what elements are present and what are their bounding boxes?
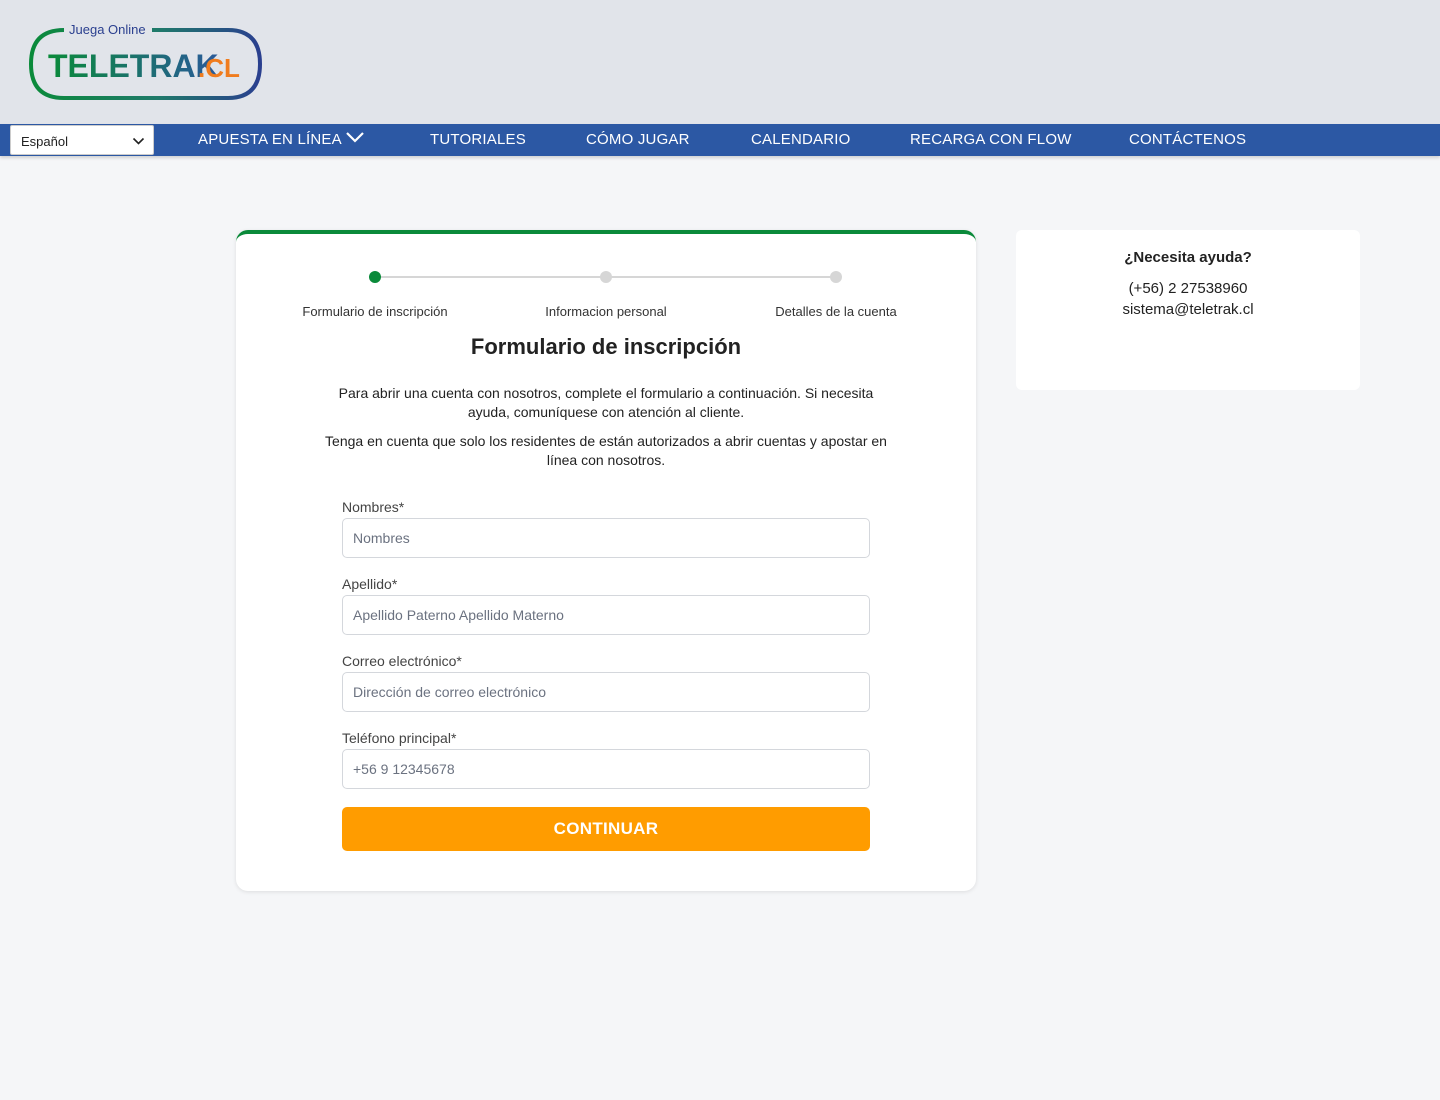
nav-item-como-jugar[interactable]: CÓMO JUGAR (586, 124, 690, 156)
step-label-2: Informacion personal (545, 304, 667, 319)
nav-item-contactenos[interactable]: CONTÁCTENOS (1129, 124, 1246, 156)
email-input[interactable] (342, 672, 870, 712)
intro-paragraph-1: Para abrir una cuenta con nosotros, comp… (338, 385, 874, 420)
logo-suffix: .CL (198, 53, 240, 83)
form-title: Formulario de inscripción (470, 334, 742, 359)
phone-input[interactable] (342, 749, 870, 789)
apellido-input[interactable] (342, 595, 870, 635)
step-label-1: Formulario de inscripción (302, 304, 448, 319)
email-label: Correo electrónico* (342, 653, 462, 669)
nav-item-label: APUESTA EN LÍNEA (198, 131, 342, 148)
intro-paragraph-2: Tenga en cuenta que solo los residentes … (325, 433, 887, 468)
site-header: Juega Online TELETRAK .CL (0, 0, 1440, 124)
language-value: Español (21, 134, 68, 149)
logo-wordmark: TELETRAK (48, 48, 219, 84)
step-dot-3 (830, 271, 842, 283)
step-dot-2 (600, 271, 612, 283)
main-nav: Español APUESTA EN LÍNEA TUTORIALES CÓMO… (0, 124, 1440, 156)
help-phone[interactable]: (+56) 2 27538960 (1016, 280, 1360, 297)
teletrak-logo[interactable]: Juega Online TELETRAK .CL (28, 20, 264, 102)
phone-label: Teléfono principal* (342, 730, 457, 746)
help-box: ¿Necesita ayuda? (+56) 2 27538960 sistem… (1016, 230, 1360, 390)
nav-item-recarga-con-flow[interactable]: RECARGA CON FLOW (910, 124, 1072, 156)
help-title: ¿Necesita ayuda? (1124, 249, 1252, 266)
language-select[interactable]: Español (10, 125, 154, 155)
help-email[interactable]: sistema@teletrak.cl (1016, 301, 1360, 318)
chevron-down-icon (132, 134, 145, 149)
nav-item-apuesta-en-linea[interactable]: APUESTA EN LÍNEA (198, 124, 365, 156)
registration-card: Formulario de inscripción Informacion pe… (236, 230, 976, 891)
step-label-3: Detalles de la cuenta (775, 304, 897, 319)
logo-tagline: Juega Online (69, 22, 146, 37)
step-dot-1 (369, 271, 381, 283)
nombres-label: Nombres* (342, 499, 405, 515)
nav-item-tutoriales[interactable]: TUTORIALES (430, 124, 526, 156)
apellido-label: Apellido* (342, 576, 398, 592)
nav-item-calendario[interactable]: CALENDARIO (751, 124, 851, 156)
chevron-down-icon (345, 123, 365, 154)
continue-button[interactable]: CONTINUAR (342, 807, 870, 851)
nombres-input[interactable] (342, 518, 870, 558)
